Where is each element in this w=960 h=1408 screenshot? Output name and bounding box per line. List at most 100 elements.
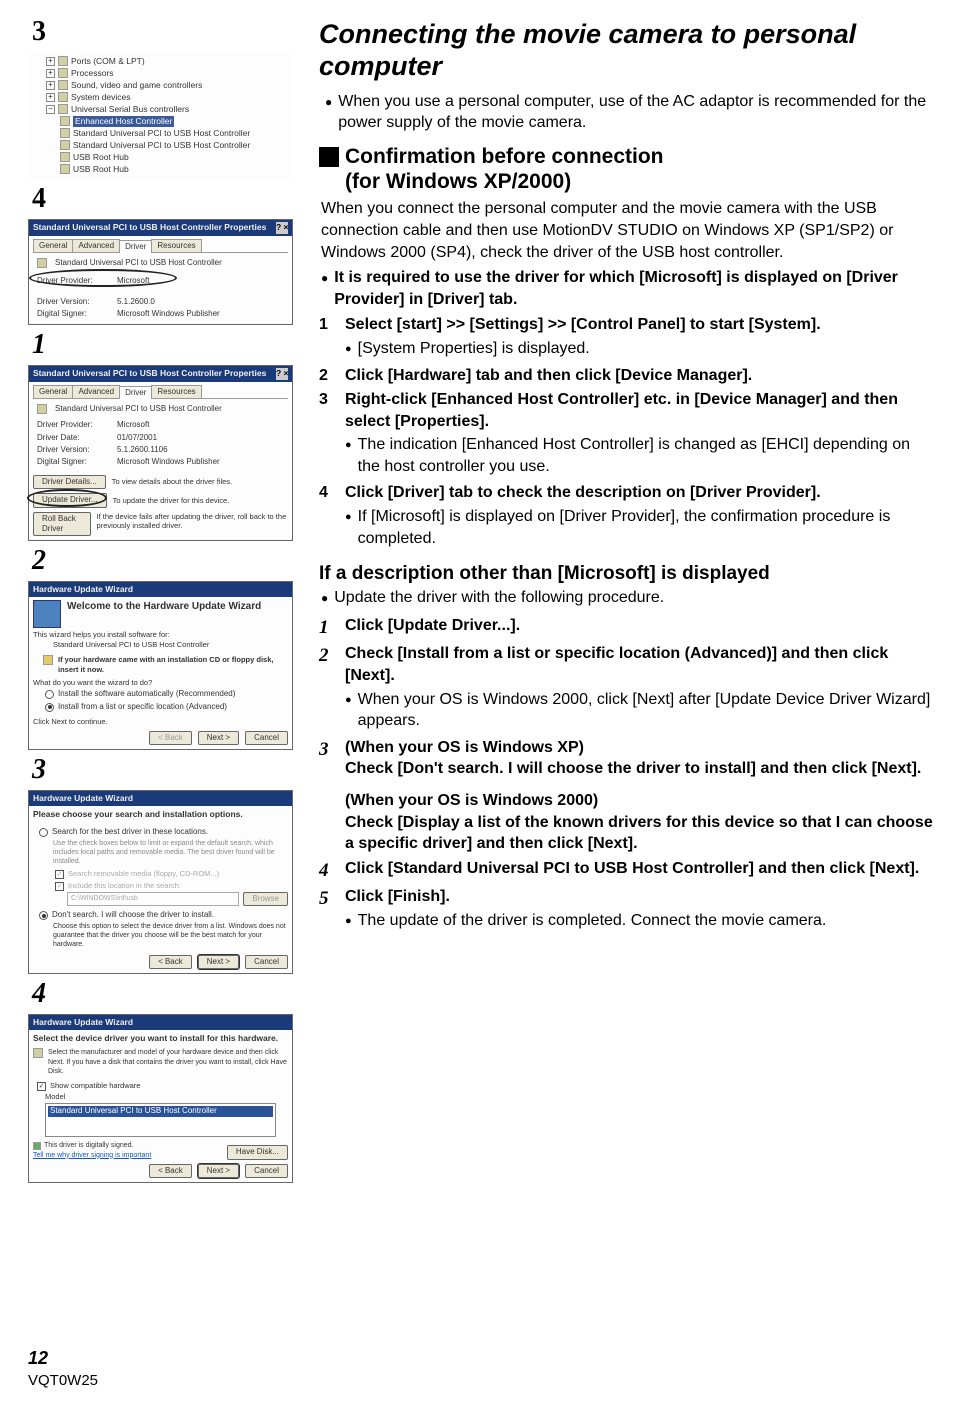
device-name: Standard Universal PCI to USB Host Contr… [55,258,222,268]
step-text: (When your OS is Windows XP) [345,737,936,759]
fig-label-2b: 2 [32,547,293,575]
radio-button[interactable] [45,703,54,712]
tab-driver[interactable]: Driver [119,386,152,399]
dialog-title: Standard Universal PCI to USB Host Contr… [33,368,266,379]
fig-label-3b: 3 [32,756,293,784]
radio-label: Install from a list or specific location… [58,702,227,712]
list-item[interactable]: Standard Universal PCI to USB Host Contr… [48,1106,273,1116]
label: Choose this option to select the device … [33,922,288,951]
paragraph: Update the driver with the following pro… [334,587,664,609]
driver-details-button[interactable]: Driver Details... [33,475,106,489]
link[interactable]: Tell me why driver signing is important [33,1151,151,1160]
fig-label-4: 4 [32,185,293,213]
radio-label: Install the software automatically (Reco… [58,689,235,699]
step-text: Click [Update Driver...]. [345,617,520,634]
tab-advanced[interactable]: Advanced [72,239,120,252]
right-column: Connecting the movie camera to personal … [293,18,936,1344]
expand-icon[interactable]: + [46,93,55,102]
back-button[interactable]: < Back [149,1164,192,1178]
checkbox[interactable]: ✓ [55,870,64,879]
expand-icon[interactable]: + [46,81,55,90]
expand-icon[interactable]: + [46,69,55,78]
tab-general[interactable]: General [33,239,73,252]
back-button[interactable]: < Back [149,731,192,745]
section-heading: Confirmation before connection(for Windo… [319,144,936,194]
radio-label: Search for the best driver in these loca… [52,827,208,837]
label: Driver Date: [37,433,109,443]
device-manager-tree: +Ports (COM & LPT) +Processors +Sound, v… [28,52,293,179]
close-icon[interactable]: ? × [276,368,288,379]
have-disk-button[interactable]: Have Disk... [227,1145,288,1159]
next-button[interactable]: Next > [198,1164,239,1178]
checkbox-label: Include this location in the search: [68,881,181,891]
dialog-title: Hardware Update Wizard [33,793,133,804]
label: Driver Provider: [37,420,109,430]
checkbox-label: Show compatible hardware [50,1081,140,1091]
tree-label: USB Root Hub [73,152,129,163]
checkbox-label: Search removable media (floppy, CD-ROM..… [68,869,219,879]
document-id: VQT0W25 [28,1372,98,1389]
value: Microsoft [117,420,149,430]
radio-button[interactable] [45,690,54,699]
page-footer: 12 VQT0W25 [0,1344,960,1408]
intro-bullet: When you use a personal computer, use of… [325,91,936,134]
radio-button[interactable] [39,828,48,837]
device-icon [33,1048,43,1058]
hardware-wizard-3: Hardware Update Wizard Select the device… [28,1014,293,1183]
tab-driver[interactable]: Driver [119,240,152,253]
expand-icon[interactable]: + [46,57,55,66]
sub-note: The indication [Enhanced Host Controller… [358,434,936,477]
label: Driver Version: [37,445,109,455]
close-icon[interactable]: ? × [276,222,288,233]
checkbox[interactable]: ✓ [37,1082,46,1091]
browse-button[interactable]: Browse [243,892,288,906]
label: What do you want the wizard to do? [33,678,288,688]
cancel-button[interactable]: Cancel [245,1164,288,1178]
step-text: Check [Install from a list or specific l… [345,645,888,684]
step-text: Right-click [Enhanced Host Controller] e… [345,391,898,430]
usb-icon [58,104,68,114]
cancel-button[interactable]: Cancel [245,955,288,969]
tree-label-selected[interactable]: Enhanced Host Controller [73,116,174,127]
label: Use the check boxes below to limit or ex… [33,839,288,868]
wizard-icon [33,600,61,628]
tree-label: Standard Universal PCI to USB Host Contr… [73,140,250,151]
collapse-icon[interactable]: – [46,105,55,114]
device-name: Standard Universal PCI to USB Host Contr… [55,404,222,414]
tree-label: USB Root Hub [73,164,129,175]
checkbox[interactable]: ✓ [55,882,64,891]
tab-advanced[interactable]: Advanced [72,385,120,398]
label: This driver is digitally signed. [44,1141,133,1150]
label: To view details about the driver files. [112,477,232,487]
rollback-button[interactable]: Roll Back Driver [33,512,91,537]
cancel-button[interactable]: Cancel [245,731,288,745]
step-text: (When your OS is Windows 2000) [345,790,936,812]
label: Digital Signer: [37,309,109,319]
radio-button[interactable] [39,911,48,920]
label: This wizard helps you install software f… [33,630,288,640]
next-button[interactable]: Next > [198,731,239,745]
tree-label: Ports (COM & LPT) [71,56,145,67]
path-field[interactable]: C:\WINDOWS\inf\usb [67,892,239,906]
model-listbox[interactable]: Standard Universal PCI to USB Host Contr… [45,1103,276,1137]
sub-note: When your OS is Windows 2000, click [Nex… [358,689,936,732]
back-button[interactable]: < Back [149,955,192,969]
tree-label: Standard Universal PCI to USB Host Contr… [73,128,250,139]
tab-resources[interactable]: Resources [151,385,201,398]
label: Select the manufacturer and model of you… [48,1048,288,1075]
page-title: Connecting the movie camera to personal … [319,18,936,83]
tab-general[interactable]: General [33,385,73,398]
tree-label: Universal Serial Bus controllers [71,104,189,115]
step-text: Click [Driver] tab to check the descript… [345,484,821,501]
label: If the device fails after updating the d… [97,512,288,532]
italic-numbered-steps: 1Click [Update Driver...]. 2Check [Insta… [319,615,936,934]
dialog-title: Standard Universal PCI to USB Host Contr… [33,222,266,233]
sub-note: [System Properties] is displayed. [358,338,590,360]
tab-resources[interactable]: Resources [151,239,201,252]
sub-note: The update of the driver is completed. C… [358,910,827,932]
tree-label: System devices [71,92,131,103]
next-button[interactable]: Next > [198,955,239,969]
fig-label-3: 3 [32,18,293,46]
note-bullet: It is required to use the driver for whi… [321,267,936,310]
properties-dialog-2: Standard Universal PCI to USB Host Contr… [28,365,293,541]
